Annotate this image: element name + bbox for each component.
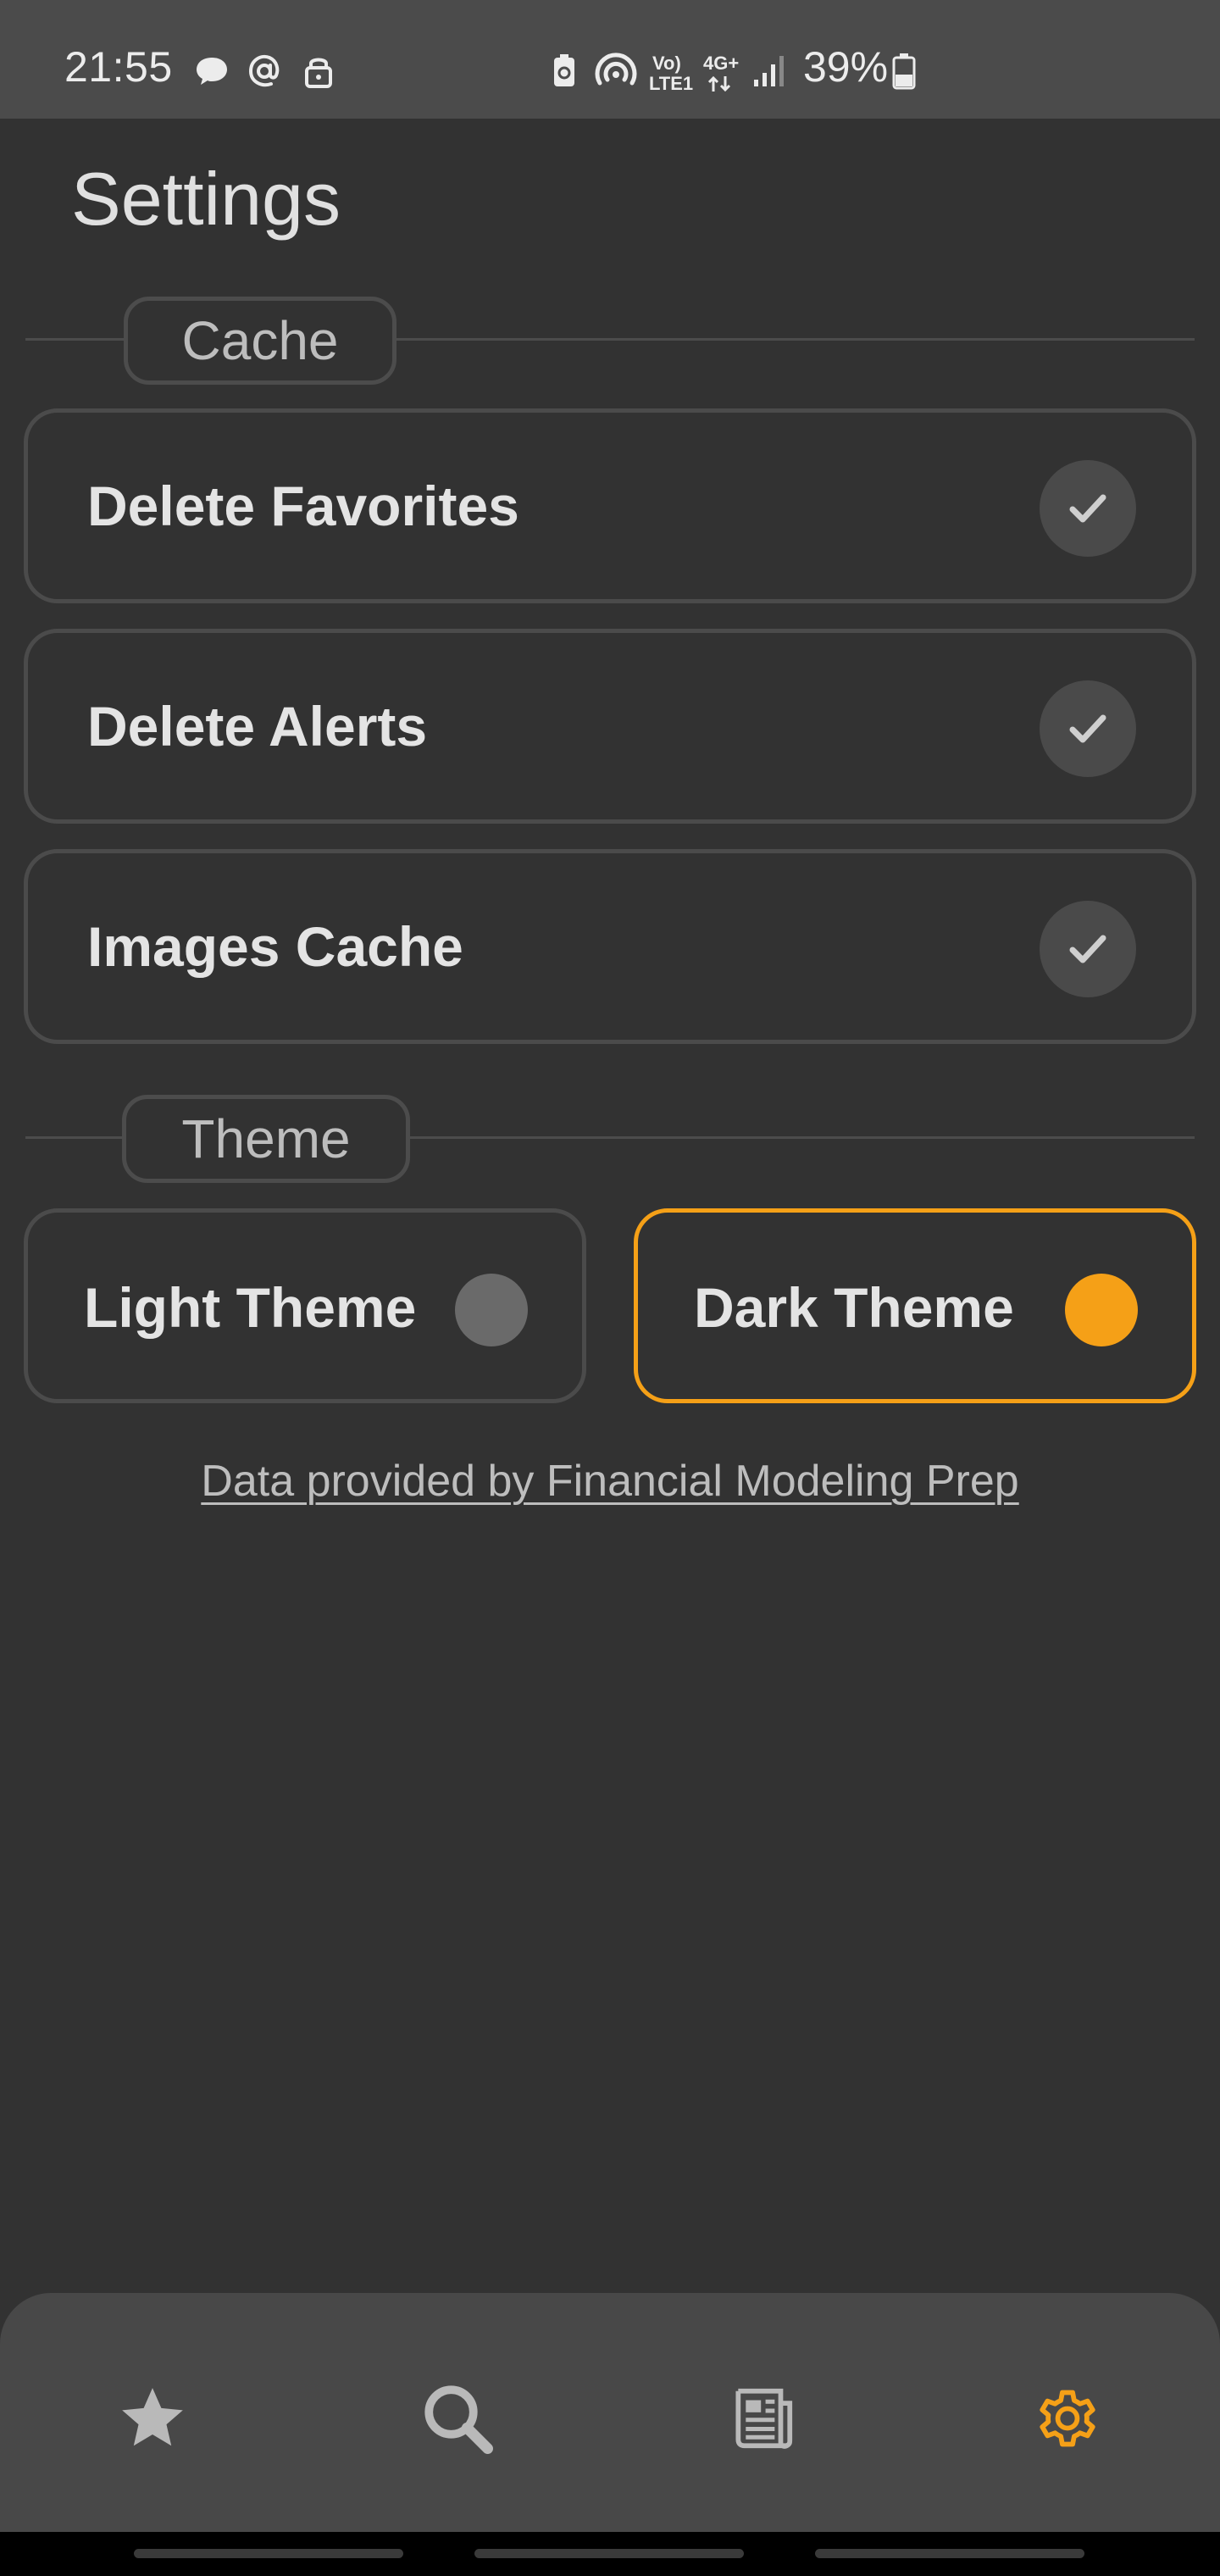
delete-alerts-row: Delete Alerts — [24, 629, 1196, 824]
check-icon — [1069, 935, 1106, 963]
system-navigation-bar — [0, 2532, 1220, 2576]
status-time: 21:55 — [64, 43, 173, 91]
lte-label: LTE1 — [649, 73, 694, 94]
images-cache-label: Images Cache — [87, 915, 463, 978]
nav-news[interactable] — [720, 2376, 805, 2461]
images-cache-row: Images Cache — [24, 849, 1196, 1044]
at-sign-icon — [248, 54, 280, 87]
nav-search[interactable] — [415, 2376, 500, 2461]
dark-theme-label: Dark Theme — [694, 1276, 1014, 1339]
search-icon — [424, 2385, 493, 2454]
dark-theme-radio[interactable] — [1065, 1274, 1138, 1346]
cache-section-label: Cache — [124, 297, 396, 385]
theme-section-label: Theme — [122, 1095, 410, 1183]
nav-favorites[interactable] — [110, 2376, 195, 2461]
delete-favorites-button[interactable] — [1040, 460, 1136, 557]
signal-icon — [754, 56, 784, 86]
data-arrows-icon — [707, 75, 731, 92]
light-theme-label: Light Theme — [84, 1276, 417, 1339]
light-theme-option[interactable]: Light Theme — [24, 1208, 586, 1403]
home-gesture-handle[interactable] — [474, 2549, 744, 2558]
battery-icon — [892, 53, 916, 90]
battery-percent: 39% — [803, 43, 889, 91]
recents-gesture-handle[interactable] — [815, 2549, 1084, 2558]
nav-settings[interactable] — [1025, 2376, 1110, 2461]
delete-favorites-label: Delete Favorites — [87, 475, 519, 537]
lock-icon — [305, 58, 332, 88]
hotspot-icon — [595, 53, 637, 86]
dark-theme-option[interactable]: Dark Theme — [634, 1208, 1196, 1403]
news-icon — [735, 2388, 793, 2449]
check-icon — [1069, 494, 1106, 523]
chat-bubble-icon — [197, 58, 227, 85]
delete-alerts-label: Delete Alerts — [87, 695, 428, 758]
gear-icon — [1040, 2390, 1095, 2447]
star-icon — [122, 2388, 183, 2446]
attribution-link[interactable]: Data provided by Financial Modeling Prep — [0, 1456, 1220, 1507]
check-icon — [1069, 714, 1106, 743]
battery-saver-icon — [554, 54, 574, 86]
light-theme-radio[interactable] — [455, 1274, 528, 1346]
volte-label: Vo) — [652, 53, 681, 74]
back-gesture-handle[interactable] — [134, 2549, 403, 2558]
data-type-label: 4G+ — [703, 53, 740, 74]
page-title: Settings — [71, 157, 341, 241]
delete-alerts-button[interactable] — [1040, 680, 1136, 777]
delete-favorites-row: Delete Favorites — [24, 408, 1196, 603]
status-bar: 21:55 Vo) LTE1 4G+ 39% — [0, 0, 1220, 119]
images-cache-button[interactable] — [1040, 901, 1136, 997]
